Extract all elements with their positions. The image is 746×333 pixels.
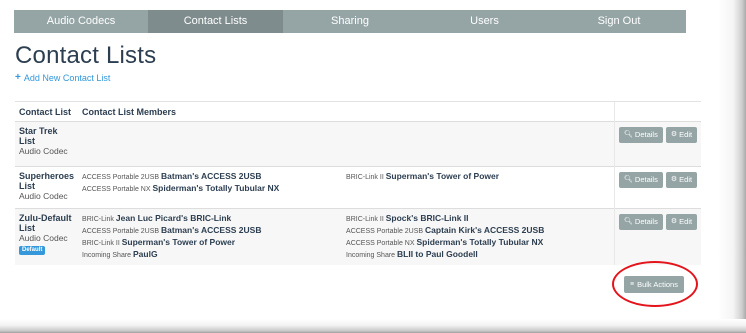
list-type: Audio Codec	[19, 191, 68, 201]
add-contact-list-link[interactable]: + Add New Contact List	[15, 72, 110, 83]
gears-icon: ⚙	[670, 218, 678, 225]
gears-icon: ⚙	[670, 176, 678, 183]
window-shadow-bottom	[0, 319, 746, 333]
member-entry: BRIC-Link II Superman's Tower of Power	[82, 237, 236, 247]
list-type: Audio Codec	[19, 146, 68, 156]
member-entry: BRIC-Link Jean Luc Picard's BRIC-Link	[82, 213, 232, 223]
details-label: Details	[634, 130, 658, 139]
member-entry: Incoming Share BLII to Paul Goodell	[346, 249, 478, 259]
edit-label: Edit	[679, 130, 693, 139]
nav-sharing[interactable]: Sharing	[283, 10, 417, 33]
member-entry: ACCESS Portable NX Spiderman's Totally T…	[346, 237, 544, 247]
edit-button[interactable]: ⚙ Edit	[665, 127, 698, 143]
details-button[interactable]: 🔍︎ Details	[619, 214, 663, 230]
top-navbar: Audio Codecs Contact Lists Sharing Users…	[14, 10, 686, 33]
members-column-right: BRIC-Link II Spock's BRIC-Link II ACCESS…	[346, 213, 610, 261]
list-name: Star Trek List	[19, 126, 58, 146]
nav-sign-out[interactable]: Sign Out	[552, 10, 686, 33]
table-header-row: Contact List Contact List Members	[15, 101, 702, 122]
details-button[interactable]: 🔍︎ Details	[619, 127, 663, 143]
member-entry: Incoming Share PaulG	[82, 249, 158, 259]
list-members-cell	[78, 121, 615, 167]
edit-button[interactable]: ⚙ Edit	[665, 214, 698, 230]
search-plus-icon: 🔍︎	[624, 218, 633, 225]
search-plus-icon: 🔍︎	[624, 176, 633, 183]
members-column-right: BRIC-Link II Superman's Tower of Power	[346, 171, 610, 195]
contact-lists-table: Contact List Contact List Members Star T…	[15, 101, 702, 265]
member-entry: BRIC-Link II Superman's Tower of Power	[346, 171, 500, 181]
member-entry: ACCESS Portable 2USB Batman's ACCESS 2US…	[82, 171, 262, 181]
list-actions-cell: 🔍︎ Details ⚙ Edit	[614, 166, 702, 209]
search-plus-icon: 🔍︎	[624, 131, 633, 138]
details-label: Details	[634, 217, 658, 226]
gears-icon: ⚙	[670, 131, 678, 138]
table-row: Star Trek List Audio Codec 🔍︎ Details ⚙ Ed…	[15, 121, 702, 167]
list-name: Superheroes List	[19, 171, 75, 191]
details-button[interactable]: 🔍︎ Details	[619, 172, 663, 188]
nav-contact-lists[interactable]: Contact Lists	[148, 10, 283, 33]
header-actions	[614, 101, 702, 122]
header-contact-list-members: Contact List Members	[78, 101, 615, 122]
table-row: Zulu-Default List Audio Codec Default BR…	[15, 208, 702, 265]
table-row: Superheroes List Audio Codec ACCESS Port…	[15, 166, 702, 209]
window-shadow-right	[718, 0, 746, 333]
edit-label: Edit	[679, 175, 693, 184]
list-actions-cell: 🔍︎ Details ⚙ Edit	[614, 121, 702, 167]
member-entry: BRIC-Link II Spock's BRIC-Link II	[346, 213, 469, 223]
members-column-left: ACCESS Portable 2USB Batman's ACCESS 2US…	[82, 171, 346, 195]
edit-label: Edit	[679, 217, 693, 226]
add-contact-list-label: Add New Contact List	[23, 72, 111, 83]
highlight-circle	[612, 261, 698, 307]
details-label: Details	[634, 175, 658, 184]
members-column-left: BRIC-Link Jean Luc Picard's BRIC-Link AC…	[82, 213, 346, 261]
header-contact-list: Contact List	[15, 101, 79, 122]
list-name-cell: Star Trek List Audio Codec	[15, 121, 79, 167]
list-name-cell: Superheroes List Audio Codec	[15, 166, 79, 209]
list-members-cell: BRIC-Link Jean Luc Picard's BRIC-Link AC…	[78, 208, 615, 265]
default-badge: Default	[19, 246, 46, 255]
list-name-cell: Zulu-Default List Audio Codec Default	[15, 208, 79, 265]
member-entry: ACCESS Portable 2USB Captain Kirk's ACCE…	[346, 225, 545, 235]
list-type: Audio Codec	[19, 233, 68, 243]
list-actions-cell: 🔍︎ Details ⚙ Edit	[614, 208, 702, 265]
list-members-cell: ACCESS Portable 2USB Batman's ACCESS 2US…	[78, 166, 615, 209]
member-entry: ACCESS Portable 2USB Batman's ACCESS 2US…	[82, 225, 262, 235]
nav-audio-codecs[interactable]: Audio Codecs	[14, 10, 148, 33]
member-entry: ACCESS Portable NX Spiderman's Totally T…	[82, 183, 280, 193]
edit-button[interactable]: ⚙ Edit	[665, 172, 698, 188]
nav-users[interactable]: Users	[417, 10, 552, 33]
page-title: Contact Lists	[15, 42, 157, 69]
plus-icon: +	[15, 72, 21, 83]
list-name: Zulu-Default List	[19, 213, 72, 233]
